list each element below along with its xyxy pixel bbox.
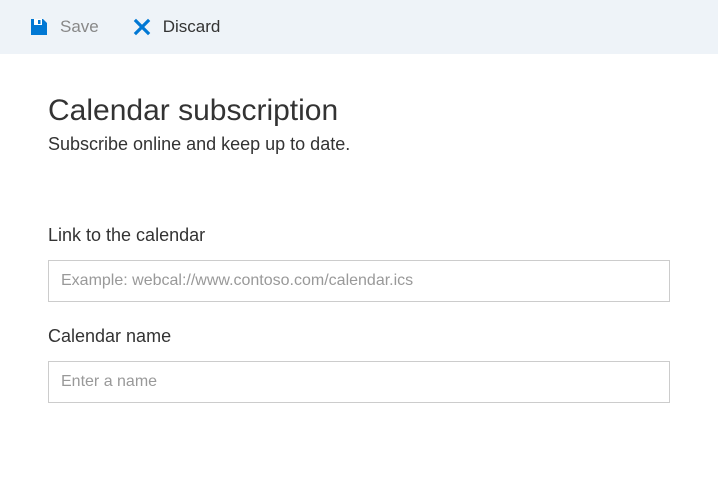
link-field-label: Link to the calendar bbox=[48, 225, 670, 246]
page-title: Calendar subscription bbox=[48, 94, 670, 128]
name-field-group: Calendar name bbox=[48, 326, 670, 403]
link-field-group: Link to the calendar bbox=[48, 225, 670, 302]
calendar-name-input[interactable] bbox=[48, 361, 670, 403]
save-button-label: Save bbox=[60, 17, 99, 37]
discard-button-label: Discard bbox=[163, 17, 221, 37]
page-subtitle: Subscribe online and keep up to date. bbox=[48, 134, 670, 155]
discard-button[interactable]: Discard bbox=[131, 16, 221, 38]
close-icon bbox=[131, 16, 153, 38]
save-button[interactable]: Save bbox=[28, 16, 99, 38]
toolbar: Save Discard bbox=[0, 0, 718, 54]
calendar-link-input[interactable] bbox=[48, 260, 670, 302]
content: Calendar subscription Subscribe online a… bbox=[0, 54, 718, 403]
name-field-label: Calendar name bbox=[48, 326, 670, 347]
save-icon bbox=[28, 16, 50, 38]
